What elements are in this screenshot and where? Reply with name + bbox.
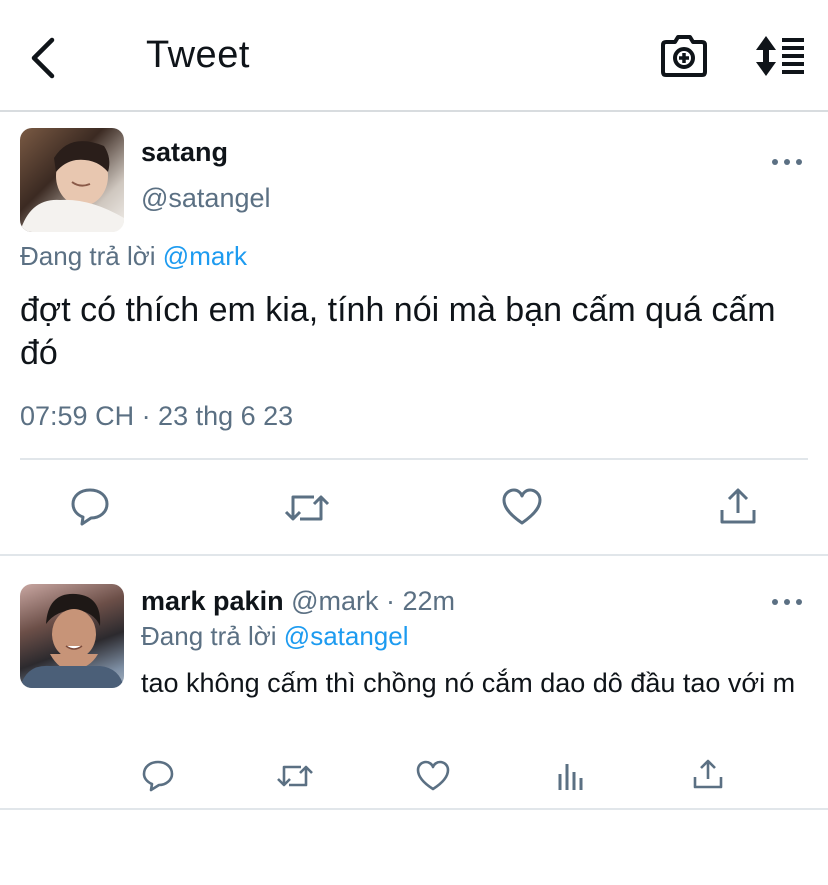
camera-button[interactable]: [660, 34, 708, 78]
more-dots-icon: [772, 159, 778, 165]
retweet-icon: [284, 495, 330, 521]
avatar-photo: [20, 593, 124, 688]
reply-stats-button[interactable]: [556, 760, 586, 792]
sort-list-icon: [756, 36, 804, 76]
retweet-icon: [277, 765, 313, 787]
page-title: Tweet: [146, 34, 250, 76]
reply-avatar[interactable]: [20, 584, 124, 688]
more-dots-icon: [772, 599, 778, 605]
reply-like-button[interactable]: [416, 760, 450, 792]
camera-add-icon: [661, 35, 707, 77]
replying-to-mention[interactable]: @satangel: [284, 621, 409, 651]
reply-author-line: mark pakin @mark · 22m: [141, 586, 455, 617]
share-icon: [720, 488, 756, 524]
more-options-button[interactable]: [772, 156, 802, 168]
tweet-timestamp: 07:59 CH · 23 thg 6 23: [20, 401, 294, 431]
reply-icon: [142, 760, 174, 792]
replying-to-label: Đang trả lời: [141, 621, 277, 651]
more-dots-icon-dot: [796, 599, 802, 605]
share-icon: [693, 759, 723, 789]
author-name[interactable]: satang: [141, 137, 228, 168]
top-bar: Tweet: [0, 0, 828, 112]
divider: [0, 554, 828, 556]
bar-chart-icon: [558, 764, 583, 790]
retweet-button[interactable]: [284, 489, 330, 527]
reply-button[interactable]: [70, 487, 110, 527]
reply-more-options-button[interactable]: [772, 596, 802, 608]
more-dots-icon-dot: [784, 159, 790, 165]
replying-to: Đang trả lời @mark: [20, 241, 247, 272]
heart-icon: [416, 760, 450, 791]
avatar-photo: [20, 141, 124, 232]
more-dots-icon-dot: [784, 599, 790, 605]
back-button[interactable]: [26, 36, 66, 80]
share-button[interactable]: [718, 486, 758, 526]
tweet-text: đợt có thích em kia, tính nói mà bạn cấm…: [20, 291, 776, 372]
heart-icon: [502, 488, 542, 525]
replying-to-label: Đang trả lời: [20, 241, 156, 271]
reply-retweet-button[interactable]: [276, 761, 314, 791]
sort-button[interactable]: [754, 34, 808, 78]
divider: [0, 808, 828, 810]
reply-author-name[interactable]: mark pakin: [141, 586, 284, 616]
replying-to-mention[interactable]: @mark: [163, 241, 247, 271]
reply-icon: [71, 488, 109, 526]
chevron-left-icon: [31, 37, 55, 79]
more-dots-icon-dot: [796, 159, 802, 165]
reply-text: tao không cấm thì chồng nó cắm dao dô đầ…: [141, 668, 796, 698]
reply-reply-button[interactable]: [141, 760, 175, 792]
like-button[interactable]: [501, 488, 543, 526]
reply-author-meta[interactable]: @mark · 22m: [291, 586, 455, 616]
reply-share-button[interactable]: [692, 758, 724, 790]
avatar[interactable]: [20, 128, 124, 232]
reply-replying-to: Đang trả lời @satangel: [141, 621, 409, 652]
divider: [20, 458, 808, 460]
author-handle[interactable]: @satangel: [141, 183, 271, 214]
